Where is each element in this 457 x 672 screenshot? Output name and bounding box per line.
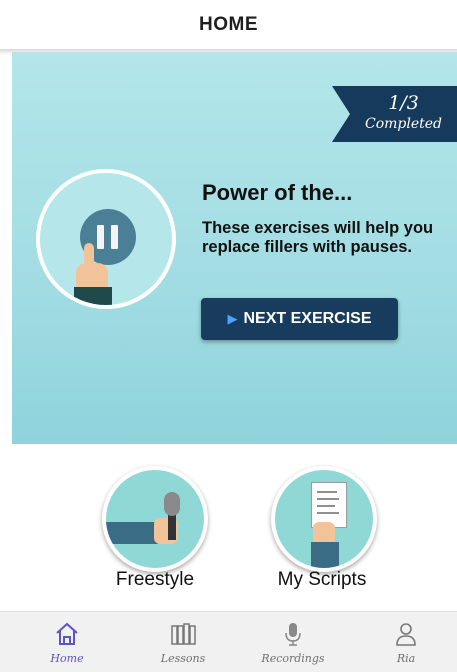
- page-title: HOME: [199, 14, 258, 35]
- tab-home-label: Home: [50, 652, 84, 665]
- microphone-icon: [164, 492, 180, 516]
- books-icon: [171, 623, 196, 645]
- app-header: HOME: [0, 0, 457, 50]
- tab-home[interactable]: Home: [12, 612, 122, 672]
- my-scripts-button[interactable]: [271, 466, 377, 572]
- next-exercise-button[interactable]: ▶ NEXT EXERCISE: [201, 298, 398, 340]
- tab-recordings-label: Recordings: [261, 652, 325, 665]
- tab-lessons[interactable]: Lessons: [128, 612, 238, 672]
- progress-status: Completed: [364, 116, 442, 132]
- tab-lessons-label: Lessons: [160, 652, 206, 665]
- person-icon: [396, 623, 416, 646]
- tab-profile-label: Ria: [396, 652, 416, 665]
- my-scripts-label[interactable]: My Scripts: [252, 569, 392, 591]
- home-icon: [56, 622, 78, 645]
- freestyle-label[interactable]: Freestyle: [85, 569, 225, 591]
- bottom-tab-bar: Home Lessons Recordings Ria: [0, 611, 457, 672]
- exercise-illustration: [36, 169, 176, 309]
- progress-fraction: 1/3: [388, 92, 419, 114]
- freestyle-button[interactable]: [102, 466, 208, 572]
- exercise-card: 1/3 Completed Power of the... These exer…: [12, 52, 457, 444]
- microphone-icon: [285, 623, 301, 646]
- tab-profile[interactable]: Ria: [351, 612, 457, 672]
- exercise-description: These exercises will help you replace fi…: [202, 219, 434, 256]
- tab-recordings[interactable]: Recordings: [238, 612, 348, 672]
- next-exercise-label: NEXT EXERCISE: [243, 310, 372, 327]
- progress-ribbon: 1/3 Completed: [332, 86, 457, 142]
- play-icon: ▶: [227, 311, 238, 326]
- exercise-title: Power of the...: [202, 180, 353, 205]
